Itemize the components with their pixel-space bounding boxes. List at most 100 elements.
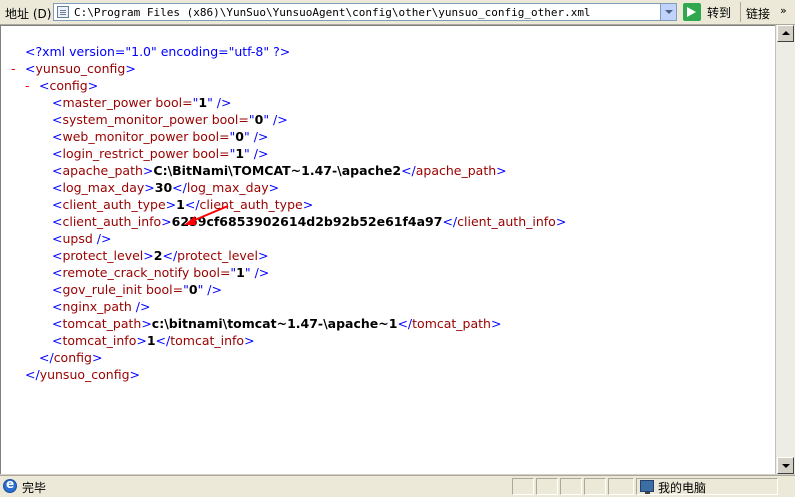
attribute-name: bool= (189, 265, 231, 280)
xml-element-line: <log_max_day>30</log_max_day> (11, 179, 566, 196)
bracket: < (52, 146, 63, 161)
xml-line: </config> (11, 349, 566, 366)
address-dropdown-button[interactable] (660, 4, 676, 20)
xml-element-line: <protect_level>2</protect_level> (11, 247, 566, 264)
links-chevron-icon[interactable]: » (780, 4, 787, 17)
tag-name: yunsuo_config (39, 367, 130, 382)
go-label[interactable]: 转到 (707, 4, 731, 21)
element-value: C:\BitNami\TOMCAT~1.47-\apache2 (153, 163, 402, 178)
bracket: < (52, 248, 63, 263)
bracket: < (52, 316, 63, 331)
bracket: /> (269, 112, 288, 127)
xml-element-line: <client_auth_type>1</client_auth_type> (11, 196, 566, 213)
xml-element-line: <apache_path>C:\BitNami\TOMCAT~1.47-\apa… (11, 162, 566, 179)
bracket: </ (25, 367, 40, 382)
bracket: < (52, 129, 63, 144)
bracket: < (52, 197, 63, 212)
bracket: /> (131, 299, 151, 314)
tag-name: tomcat_path (62, 316, 142, 331)
xml-element-line: <web_monitor_power bool="0" /> (11, 128, 566, 145)
address-input[interactable]: C:\Program Files (x86)\YunSuo\YunsuoAgen… (53, 3, 677, 21)
go-arrow-icon[interactable] (683, 3, 701, 21)
xml-element-line: <login_restrict_power bool="1" /> (11, 145, 566, 162)
tag-name: protect_level (177, 248, 258, 263)
bracket: </ (155, 333, 171, 348)
address-url[interactable]: C:\Program Files (x86)\YunSuo\YunsuoAgen… (74, 6, 591, 19)
bracket: </ (172, 180, 187, 195)
xml-element-line: <nginx_path /> (11, 298, 566, 315)
xml-element-line: <tomcat_path>c:\bitnami\tomcat~1.47-\apa… (11, 315, 566, 332)
status-pane (536, 478, 558, 495)
bracket: > (129, 367, 140, 382)
xml-element-line: <gov_rule_init bool="0" /> (11, 281, 566, 298)
tag-name: protect_level (62, 248, 144, 263)
xml-element-line: <upsd /> (11, 230, 566, 247)
tag-name: config (49, 78, 88, 93)
attribute-name: bool= (188, 146, 230, 161)
attribute-value: 1 (198, 95, 208, 110)
xml-line: <?xml version="1.0" encoding="utf-8" ?> (11, 43, 566, 60)
bracket: /> (250, 265, 270, 280)
attribute-name: bool= (151, 95, 193, 110)
bracket: > (496, 163, 507, 178)
bracket: < (52, 95, 63, 110)
tag-name: client_auth_info (62, 214, 162, 229)
attribute-value: 1 (236, 265, 245, 280)
tag-name: nginx_path (62, 299, 132, 314)
tag-name: master_power (62, 95, 152, 110)
tag-name: apache_path (415, 163, 497, 178)
bracket: </ (401, 163, 416, 178)
element-value: c:\bitnami\tomcat~1.47-\apache~1 (151, 316, 398, 331)
bracket: > (161, 214, 172, 229)
bracket: > (268, 180, 280, 195)
bracket: /> (249, 146, 269, 161)
collapse-toggle-icon[interactable]: - (11, 60, 25, 77)
vertical-scrollbar[interactable] (775, 25, 795, 474)
bracket: > (136, 333, 147, 348)
red-arrow-annotation (184, 205, 229, 225)
zone-text: 我的电脑 (658, 481, 707, 495)
tag-name: config (53, 350, 92, 365)
status-pane (512, 478, 534, 495)
xml-line: </yunsuo_config> (11, 366, 566, 383)
tag-name: tomcat_path (412, 316, 491, 331)
page-icon (57, 6, 69, 18)
toolbar-separator (740, 2, 741, 22)
links-button[interactable]: 链接 (746, 5, 770, 22)
scroll-down-button[interactable] (777, 457, 794, 474)
bracket: > (244, 333, 255, 348)
attribute-name: bool= (207, 112, 249, 127)
tag-name: apache_path (62, 163, 143, 178)
status-text: 完毕 (22, 481, 47, 495)
go-button[interactable]: 转到 (683, 3, 735, 21)
collapse-toggle-icon[interactable]: - (25, 77, 39, 94)
bracket: > (555, 214, 567, 229)
bracket: < (52, 231, 63, 246)
bracket: > (143, 248, 154, 263)
bracket: < (39, 78, 50, 93)
scroll-up-button[interactable] (777, 25, 794, 42)
element-value: 30 (154, 180, 173, 195)
bracket: > (142, 163, 154, 178)
bracket: < (52, 299, 63, 314)
bracket: > (87, 78, 99, 93)
tag-name: remote_crack_notify (62, 265, 190, 280)
xml-element-line: <system_monitor_power bool="0" /> (11, 111, 566, 128)
bracket: > (165, 197, 177, 212)
status-pane (584, 478, 606, 495)
tag-name: log_max_day (62, 180, 145, 195)
tag-name: log_max_day (186, 180, 269, 195)
bracket: > (125, 61, 136, 76)
tag-name: upsd (62, 231, 93, 246)
xml-element-line: <client_auth_info>6259cf6853902614d2b92b… (11, 213, 566, 230)
xml-element-line: <tomcat_info>1</tomcat_info> (11, 332, 566, 349)
bracket: < (25, 61, 36, 76)
attribute-value: 0 (235, 129, 244, 144)
ie-page-icon (3, 477, 17, 493)
status-pane (608, 478, 634, 495)
xml-element-line: <remote_crack_notify bool="1" /> (11, 264, 566, 281)
bracket: < (52, 112, 63, 127)
attribute-value: 1 (235, 146, 245, 161)
tag-name: system_monitor_power (62, 112, 208, 127)
bracket: < (52, 180, 63, 195)
